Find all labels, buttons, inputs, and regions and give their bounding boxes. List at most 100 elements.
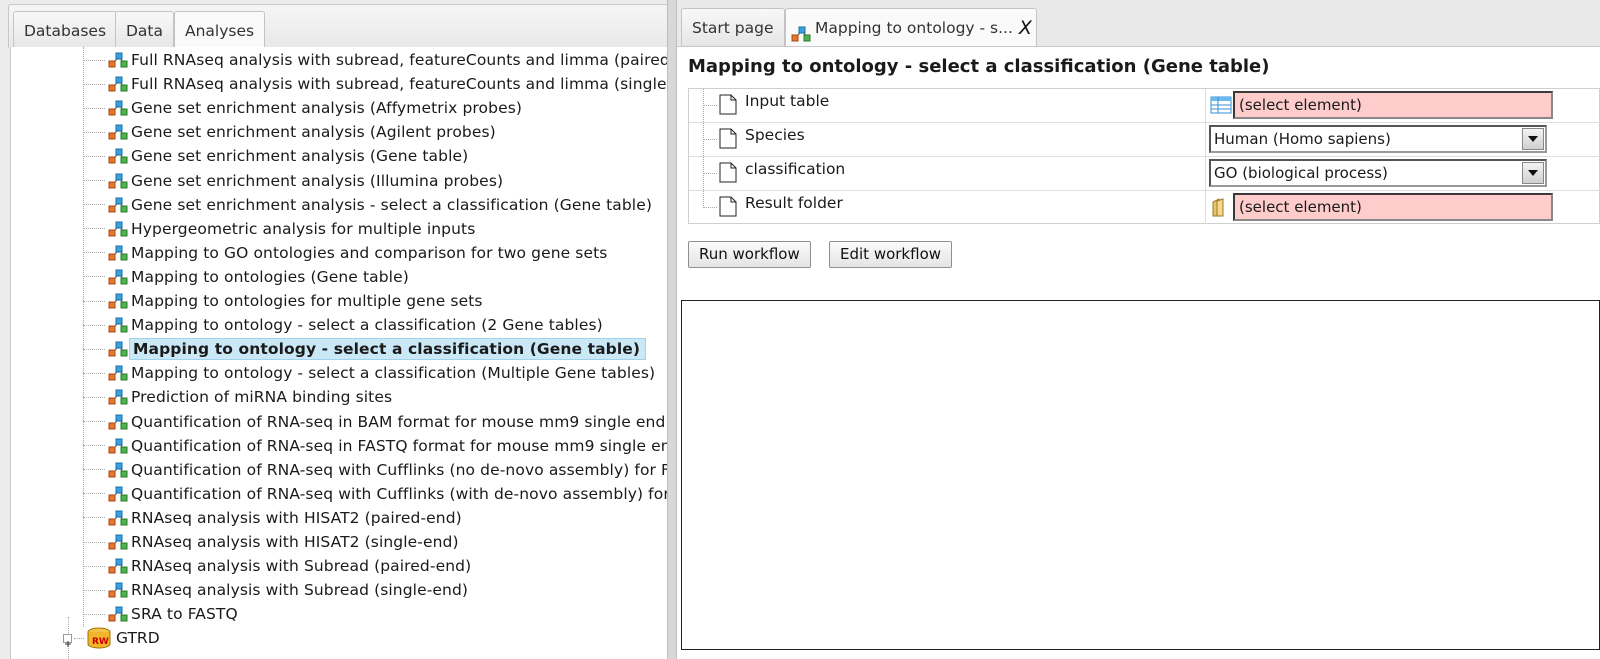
analyses-tree[interactable]: Full RNAseq analysis with subread, featu…	[10, 47, 680, 659]
close-tab-icon[interactable]: X	[1019, 9, 1032, 47]
workflow-icon	[107, 99, 129, 117]
tree-connector	[83, 180, 105, 181]
param-name: classification	[745, 160, 846, 178]
tree-item-gtrd[interactable]: RW GTRD	[63, 626, 160, 650]
tree-connector	[83, 469, 105, 471]
tab-mapping-to-ontology[interactable]: Mapping to ontology - s... X	[785, 8, 1037, 46]
tree-item-label: Quantification of RNA-seq with Cufflinks…	[131, 484, 680, 503]
workflow-icon	[790, 19, 812, 41]
tree-item-workflow[interactable]: Full RNAseq analysis with subread, featu…	[83, 49, 680, 71]
tree-connector	[83, 83, 105, 85]
tree-item-label: Gene set enrichment analysis (Gene table…	[131, 147, 469, 166]
tree-item-workflow[interactable]: Gene set enrichment analysis (Gene table…	[83, 145, 472, 167]
tree-item-label: Quantification of RNA-seq in FASTQ forma…	[131, 436, 680, 455]
tree-connector	[83, 541, 105, 543]
table-icon	[1210, 96, 1232, 114]
tab-start-page[interactable]: Start page	[681, 8, 785, 46]
tree-item-label: Hypergeometric analysis for multiple inp…	[131, 219, 476, 238]
tree-connector	[83, 155, 105, 157]
tree-item-workflow[interactable]: Gene set enrichment analysis - select a …	[83, 194, 656, 216]
param-name: Input table	[745, 92, 830, 110]
tree-item-workflow[interactable]: Quantification of RNA-seq with Cufflinks…	[83, 483, 680, 505]
run-workflow-button[interactable]: Run workflow	[688, 241, 811, 268]
classification-select[interactable]: GO (biological process)	[1209, 159, 1547, 187]
tree-item-label: GTRD	[116, 629, 160, 647]
tree-item-workflow[interactable]: Mapping to ontologies (Gene table)	[83, 266, 413, 288]
species-select[interactable]: Human (Homo sapiens)	[1209, 125, 1547, 153]
chevron-down-icon[interactable]	[1522, 128, 1544, 150]
tree-connector	[83, 589, 105, 591]
species-selected-value: Human (Homo sapiens)	[1214, 130, 1391, 148]
workflow-icon	[107, 123, 129, 141]
tree-item-workflow[interactable]: RNAseq analysis with Subread (paired-end…	[83, 555, 475, 577]
tree-connector	[83, 131, 105, 133]
workflow-output-area	[681, 300, 1600, 650]
tree-item-workflow[interactable]: Gene set enrichment analysis (Agilent pr…	[83, 121, 500, 143]
param-row-result-folder: Result folder (select element)	[689, 191, 1600, 225]
tree-connector	[83, 348, 105, 350]
tree-connector	[83, 445, 105, 447]
tree-item-label: Mapping to ontologies (Gene table)	[131, 267, 409, 286]
tree-item-workflow[interactable]: Gene set enrichment analysis (Affymetrix…	[83, 97, 526, 119]
tab-databases[interactable]: Databases	[13, 11, 118, 49]
tree-connector	[83, 372, 105, 374]
tree-item-label: Quantification of RNA-seq with Cufflinks…	[131, 460, 680, 479]
param-row-classification: classification GO (biological process)	[689, 157, 1600, 191]
tree-item-workflow[interactable]: Mapping to ontology - select a classific…	[83, 338, 647, 361]
document-icon	[719, 196, 737, 217]
tree-item-workflow[interactable]: Quantification of RNA-seq in BAM format …	[83, 411, 669, 433]
edit-workflow-button[interactable]: Edit workflow	[829, 241, 953, 268]
tree-item-workflow[interactable]: RNAseq analysis with HISAT2 (single-end)	[83, 531, 463, 553]
tree-item-workflow[interactable]: Prediction of miRNA binding sites	[83, 386, 396, 408]
workflow-icon	[107, 509, 129, 527]
repository-panel: Databases Data Analyses Full RNAseq anal…	[0, 0, 680, 659]
tree-connector	[83, 59, 105, 61]
tree-item-label: RNAseq analysis with HISAT2 (paired-end)	[131, 508, 462, 527]
document-icon	[719, 128, 737, 149]
tree-connector	[83, 228, 105, 230]
expand-icon[interactable]	[63, 633, 72, 647]
tree-item-workflow[interactable]: RNAseq analysis with HISAT2 (paired-end)	[83, 507, 466, 529]
tree-item-workflow[interactable]: Full RNAseq analysis with subread, featu…	[83, 73, 680, 95]
tree-item-workflow[interactable]: SRA to FASTQ	[83, 603, 242, 625]
tab-data[interactable]: Data	[115, 11, 175, 49]
tree-connector	[83, 252, 105, 254]
database-icon: RW	[86, 627, 112, 649]
param-row-species: Species Human (Homo sapiens)	[689, 123, 1600, 157]
tree-item-workflow[interactable]: Quantification of RNA-seq with Cufflinks…	[83, 459, 680, 481]
tab-analyses[interactable]: Analyses	[174, 11, 266, 50]
tree-connector	[83, 324, 105, 326]
tree-item-workflow[interactable]: Mapping to ontology - select a classific…	[83, 362, 659, 384]
svg-text:RW: RW	[92, 637, 109, 647]
repository-tabbar: Databases Data Analyses	[8, 4, 679, 50]
chevron-down-icon[interactable]	[1522, 162, 1544, 184]
tree-item-workflow[interactable]: Mapping to GO ontologies and comparison …	[83, 242, 611, 264]
tree-item-label: Full RNAseq analysis with subread, featu…	[131, 75, 680, 94]
tree-item-workflow[interactable]: RNAseq analysis with Subread (single-end…	[83, 579, 472, 601]
workflow-icon	[107, 220, 129, 238]
tree-connector	[83, 565, 105, 567]
tree-item-label: Gene set enrichment analysis (Affymetrix…	[131, 99, 523, 118]
tree-item-label: Mapping to GO ontologies and comparison …	[131, 243, 608, 262]
workflow-icon	[107, 75, 129, 93]
tree-connector	[83, 421, 105, 422]
tree-item-label: Quantification of RNA-seq in BAM format …	[131, 412, 666, 431]
tree-connector	[83, 300, 105, 302]
tree-item-workflow[interactable]: Gene set enrichment analysis (Illumina p…	[83, 170, 507, 192]
tab-label: Start page	[692, 18, 774, 37]
document-panel: Start page Mapping to ontology - s... X …	[677, 0, 1600, 659]
panel-splitter[interactable]	[667, 0, 677, 659]
tree-item-workflow[interactable]: Mapping to ontology - select a classific…	[83, 314, 607, 336]
tree-item-label: Gene set enrichment analysis - select a …	[131, 195, 652, 214]
workflow-icon	[107, 51, 129, 69]
tree-connector	[83, 276, 105, 278]
tree-item-workflow[interactable]: Hypergeometric analysis for multiple inp…	[83, 218, 479, 240]
input-table-field[interactable]: (select element)	[1233, 91, 1553, 119]
result-folder-field[interactable]: (select element)	[1233, 193, 1553, 221]
tree-item-workflow[interactable]: Quantification of RNA-seq in FASTQ forma…	[83, 435, 680, 457]
form-title: Mapping to ontology - select a classific…	[688, 56, 1270, 77]
document-icon	[719, 162, 737, 183]
tree-item-label: Prediction of miRNA binding sites	[131, 388, 393, 407]
tree-item-workflow[interactable]: Mapping to ontologies for multiple gene …	[83, 290, 487, 312]
document-icon	[719, 94, 737, 115]
